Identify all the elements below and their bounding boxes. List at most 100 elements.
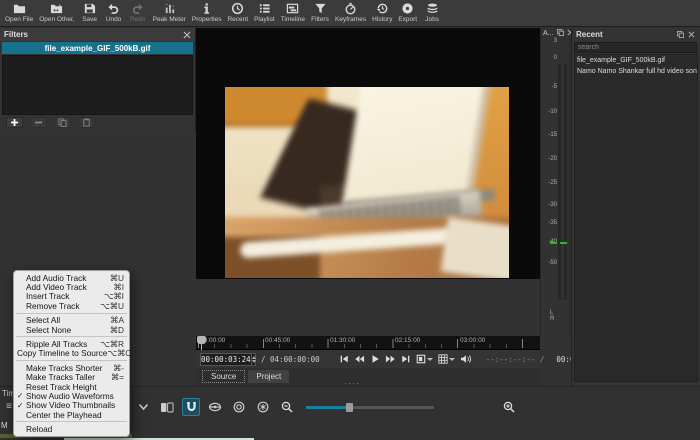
toolbar-label: Undo [106, 16, 122, 23]
current-time-field[interactable]: 00:00:03:24 [200, 353, 256, 366]
menu-item-remove-track[interactable]: Remove Track⌥⌘U [14, 301, 129, 310]
filters-button[interactable]: Filters [308, 1, 332, 26]
play-button[interactable] [369, 353, 381, 365]
tab-project[interactable]: Project [248, 370, 289, 383]
toolbar-label: Jobs [425, 16, 439, 23]
properties-button[interactable]: Properties [189, 1, 225, 26]
undo-button[interactable]: Undo [102, 1, 126, 26]
recent-list: file_example_GIF_500kB.gif Namo Namo Sha… [574, 54, 698, 382]
in-point-button[interactable] [415, 353, 434, 365]
playlist-icon [258, 2, 271, 15]
float-panel-icon[interactable] [557, 29, 564, 37]
menu-item-insert-track[interactable]: Insert Track⌥⌘I [14, 292, 129, 301]
menu-item-reset-track-height[interactable]: Reset Track Height [14, 382, 129, 391]
filters-selected-clip[interactable]: file_example_GIF_500kB.gif [2, 42, 193, 54]
toolbar-label: Open Other, [39, 16, 74, 23]
playlist-button[interactable]: Playlist [251, 1, 278, 26]
scrub-while-dragging-button[interactable] [206, 398, 224, 416]
ruler-tick-label: 00:45:00 [265, 337, 290, 344]
rewind-button[interactable] [353, 353, 366, 365]
save-button[interactable]: Save [78, 1, 102, 26]
grid-button[interactable] [437, 353, 456, 365]
menu-item-reload[interactable]: Reload [14, 424, 129, 433]
history-button[interactable]: History [369, 1, 395, 26]
peak-meter-icon [163, 2, 176, 15]
playhead-marker[interactable] [197, 336, 206, 344]
time-spinner[interactable] [251, 354, 256, 365]
toolbar-label: Keyframes [335, 16, 366, 23]
copy-filters-button[interactable] [54, 117, 71, 128]
menu-separator [16, 336, 127, 337]
zoom-in-icon[interactable] [500, 398, 518, 416]
toolbar-label: Properties [192, 16, 222, 23]
open-other-button[interactable]: Open Other, [36, 1, 77, 26]
recent-list-item[interactable]: Namo Namo Shankar full hd video song K..… [575, 66, 697, 77]
zoom-slider-fill [306, 406, 349, 409]
timeline-ruler[interactable]: 00:00:00 00:45:00 01:30:00 02:15:00 03:0… [196, 336, 540, 350]
menu-item-ripple-all-tracks[interactable]: Ripple All Tracks⌥⌘R [14, 339, 129, 348]
timeline-button[interactable]: Timeline [278, 1, 308, 26]
meter-scale-label: -35 [548, 220, 557, 226]
paste-filters-button[interactable] [78, 117, 95, 128]
remove-filter-button[interactable] [30, 117, 47, 128]
menu-item-label: Reload [26, 424, 124, 434]
selected-range-label: --:--:--:-- / [486, 355, 545, 364]
peak-meter-title: A... [543, 30, 554, 37]
toolbar-label: Playlist [254, 16, 275, 23]
filters-list[interactable] [2, 55, 193, 115]
menu-item-copy-timeline-to-source[interactable]: Copy Timeline to Source⌥⌘C [14, 349, 129, 358]
menu-item-select-none[interactable]: Select None⌘D [14, 325, 129, 334]
toolbar-label: Export [398, 16, 417, 23]
menu-item-shortcut: ⌥⌘C [107, 348, 131, 358]
zoom-out-icon[interactable] [278, 398, 296, 416]
open-file-button[interactable]: Open File [2, 1, 36, 26]
recent-search-input[interactable] [574, 42, 697, 53]
recent-panel-title: Recent [576, 30, 674, 39]
snap-toggle-button[interactable] [182, 398, 200, 416]
redo-button[interactable]: Redo [126, 1, 150, 26]
menu-item-center-the-playhead[interactable]: Center the Playhead [14, 410, 129, 419]
menu-item-add-video-track[interactable]: Add Video Track⌘I [14, 282, 129, 291]
meter-level-right [560, 242, 567, 244]
skip-next-button[interactable] [400, 353, 412, 365]
zoom-slider-handle[interactable] [346, 403, 353, 412]
add-filter-button[interactable] [6, 117, 23, 128]
jobs-button[interactable]: Jobs [420, 1, 444, 26]
menu-item-make-tracks-taller[interactable]: Make Tracks Taller⌘= [14, 373, 129, 382]
meter-level-left [550, 242, 557, 244]
cut-copy-paste-button[interactable] [158, 398, 176, 416]
timeline-options-chevron[interactable] [134, 398, 152, 416]
menu-item-label: Remove Track [26, 301, 100, 311]
meter-channel-left [558, 64, 561, 300]
recent-list-item[interactable]: file_example_GIF_500kB.gif [575, 55, 697, 66]
float-panel-icon[interactable] [677, 31, 685, 39]
player-lower-spacer [196, 279, 540, 336]
menu-item-make-tracks-shorter[interactable]: Make Tracks Shorter⌘- [14, 363, 129, 372]
menu-item-show-video-thumbnails[interactable]: ✓Show Video Thumbnails [14, 401, 129, 410]
ripple-all-tracks-button[interactable] [254, 398, 272, 416]
ripple-button[interactable] [230, 398, 248, 416]
menu-item-add-audio-track[interactable]: Add Audio Track⌘U [14, 273, 129, 282]
menu-separator [16, 313, 127, 314]
menu-item-select-all[interactable]: Select All⌘A [14, 316, 129, 325]
keyframes-icon [344, 2, 357, 15]
toolbar-label: Filters [311, 16, 329, 23]
filters-footer [0, 115, 195, 130]
menu-item-show-audio-waveforms[interactable]: ✓Show Audio Waveforms [14, 391, 129, 400]
export-button[interactable]: Export [395, 1, 420, 26]
close-icon[interactable] [183, 31, 191, 39]
skip-previous-button[interactable] [338, 353, 350, 365]
toolbar-label: Recent [227, 16, 248, 23]
toolbar-label: Redo [130, 16, 146, 23]
master-track-label[interactable]: M [1, 421, 8, 430]
fast-forward-button[interactable] [384, 353, 397, 365]
volume-button[interactable] [459, 353, 472, 365]
recent-button[interactable]: Recent [224, 1, 251, 26]
timeline-zoom-slider[interactable] [306, 403, 434, 412]
peak-meter-button[interactable]: Peak Meter [150, 1, 189, 26]
meter-scale-label: 3 [554, 38, 557, 44]
close-icon[interactable] [688, 31, 696, 39]
keyframes-button[interactable]: Keyframes [332, 1, 369, 26]
timeline-icon [286, 2, 299, 15]
tab-source[interactable]: Source [202, 370, 245, 383]
